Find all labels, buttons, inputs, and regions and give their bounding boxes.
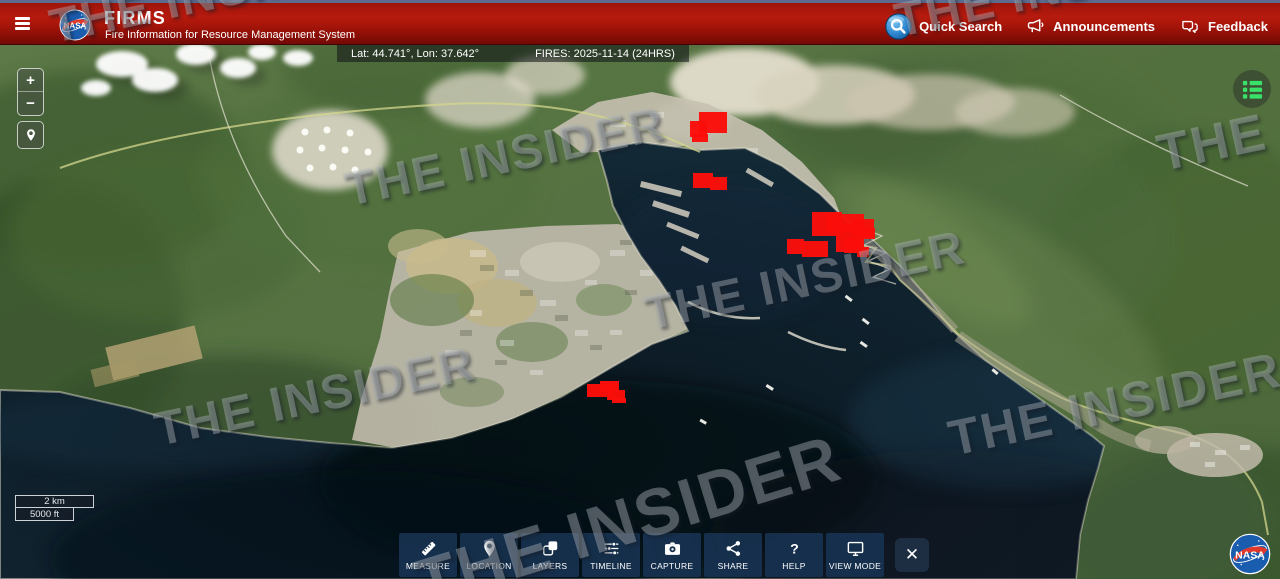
map-terrain: NASA [0,44,1280,579]
nav-announcements[interactable]: Announcements [1026,17,1155,37]
sliders-icon [602,539,621,558]
toolbar-button-capture[interactable]: CAPTURE [643,533,701,577]
fire-detection-marker[interactable] [692,134,708,142]
my-location-button[interactable] [17,121,44,149]
pin-icon [480,539,499,558]
toolbar-button-share[interactable]: SHARE [704,533,762,577]
scale-metric: 2 km [15,495,94,508]
map-toolbar: MEASURE LOCATION LAYERS TIMELINE CAPTURE SHAR… [399,533,929,577]
scale-bar: 2 km 5000 ft [15,495,94,521]
toolbar-label: TIMELINE [590,561,632,571]
coordinates-readout: Lat: 44.741°, Lon: 37.642° [351,48,479,60]
toolbar-label: LOCATION [466,561,511,571]
nav-feedback[interactable]: Feedback [1179,17,1268,37]
scale-imperial: 5000 ft [15,508,74,521]
fire-detection-marker[interactable] [802,241,828,257]
zoom-control: + − [17,68,44,116]
layers-icon [541,539,560,558]
app-header: FIRMS Fire Information for Resource Mana… [0,0,1280,44]
satellite-map[interactable]: NASA [0,44,1280,579]
fire-detection-marker[interactable] [857,247,869,257]
nasa-logo[interactable] [59,9,91,41]
chat-icon [1179,17,1201,37]
toolbar-label: LAYERS [533,561,568,571]
zoom-in-button[interactable]: + [18,69,43,92]
toolbar-button-location[interactable]: LOCATION [460,533,518,577]
nasa-logo [1229,533,1271,575]
nav-label: Announcements [1053,19,1155,34]
location-pin-icon [24,127,38,143]
app-subtitle: Fire Information for Resource Management… [105,29,355,41]
toolbar-label: VIEW MODE [829,561,881,571]
toolbar-buttons: MEASURE LOCATION LAYERS TIMELINE CAPTURE SHAR… [399,533,884,577]
nav-label: Feedback [1208,19,1268,34]
nav-label: Quick Search [919,19,1002,34]
zoom-out-button[interactable]: − [18,92,43,115]
toolbar-label: CAPTURE [651,561,694,571]
fire-detection-marker[interactable] [863,228,875,239]
fires-date-readout: FIRES: 2025-11-14 (24HRS) [535,48,675,60]
share-icon [724,539,743,558]
toolbar-button-measure[interactable]: MEASURE [399,533,457,577]
menu-hamburger-icon[interactable] [15,17,30,30]
toolbar-label: SHARE [718,561,749,571]
question-icon: ? [785,539,804,558]
nav-quick-search[interactable]: Quick Search [885,13,1002,40]
megaphone-icon [1026,17,1046,37]
search-icon [885,13,912,40]
fire-detection-marker[interactable] [612,398,626,403]
toolbar-button-layers[interactable]: LAYERS [521,533,579,577]
toolbar-label: MEASURE [406,561,450,571]
toolbar-label: HELP [782,561,805,571]
firms-app-window: NASA [0,0,1280,579]
header-nav: Quick Search Announcements Feedback [885,6,1268,47]
app-title: FIRMS [104,8,166,29]
toolbar-button-timeline[interactable]: TIMELINE [582,533,640,577]
toolbar-button-help[interactable]: ? HELP [765,533,823,577]
monitor-icon [846,539,865,558]
svg-text:?: ? [790,542,799,558]
camera-icon [663,539,682,558]
legend-button[interactable] [1233,70,1271,108]
toolbar-button-view-mode[interactable]: VIEW MODE [826,533,884,577]
fire-detection-marker[interactable] [787,239,804,254]
legend-list-icon [1241,78,1264,101]
ruler-icon [419,539,438,558]
toolbar-close-button[interactable]: ✕ [895,538,929,572]
map-status-bar: Lat: 44.741°, Lon: 37.642° FIRES: 2025-1… [337,45,689,62]
fire-detection-marker[interactable] [710,177,727,190]
